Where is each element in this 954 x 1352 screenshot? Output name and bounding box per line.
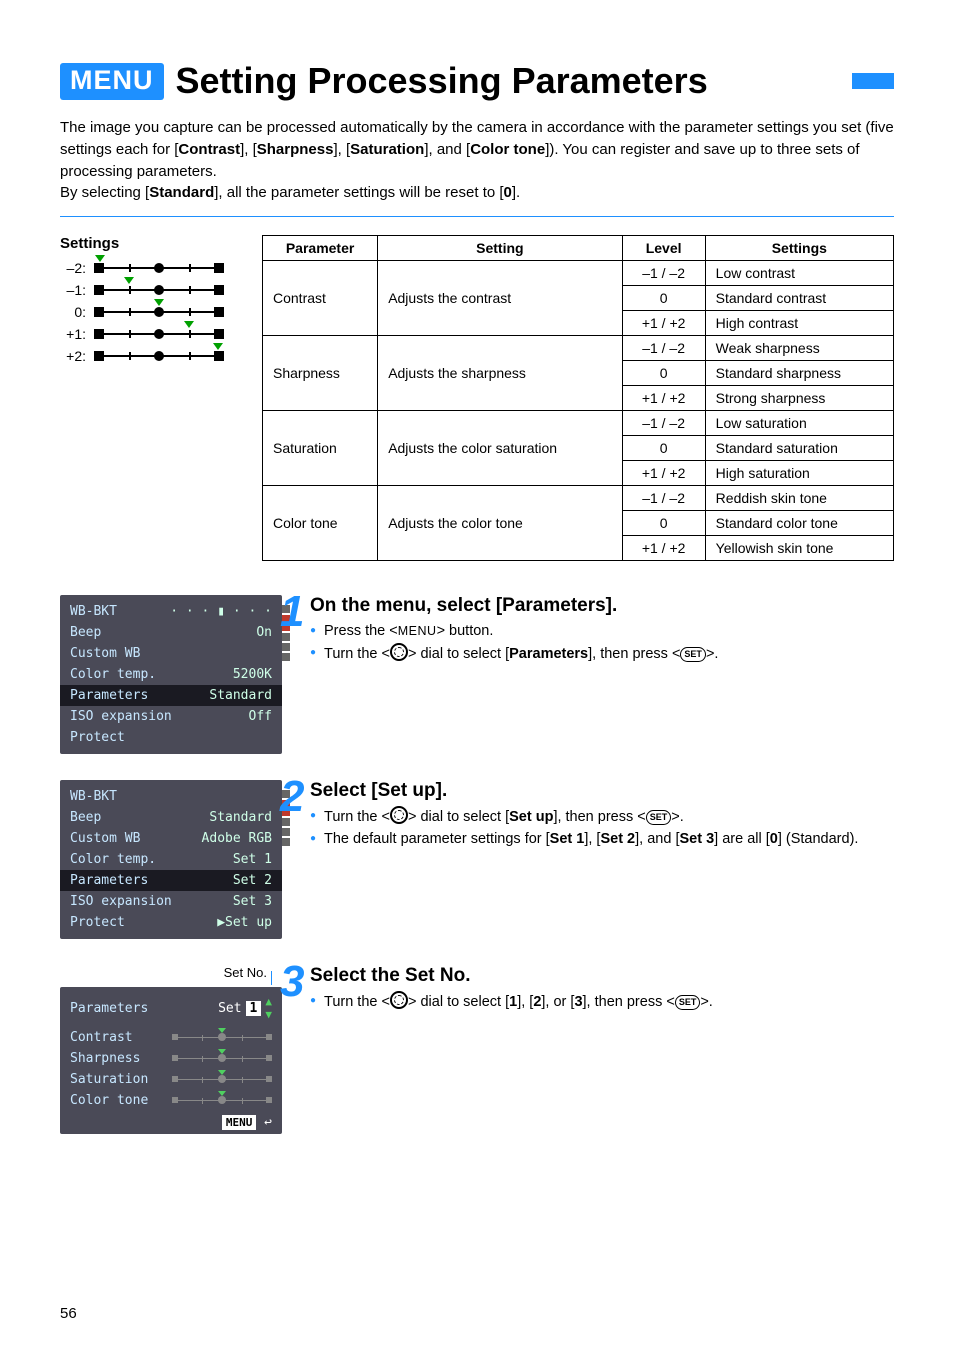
page-title-row: MENU Setting Processing Parameters [60, 60, 894, 102]
table-header: Settings [705, 236, 893, 261]
page-title: Setting Processing Parameters [176, 60, 829, 102]
step-3-title: Select the Set No. [310, 965, 894, 987]
table-header: Parameter [263, 236, 378, 261]
slider-indicator [94, 261, 224, 275]
step-1-bullet-2: Turn the <> dial to select [Parameters],… [310, 643, 894, 664]
step-number-3: 3 [280, 957, 304, 1007]
table-row: SharpnessAdjusts the sharpness–1 / –2Wea… [263, 336, 894, 361]
settings-slider-row: +1: [60, 326, 240, 342]
lcd-parameter-row: Contrast [60, 1027, 282, 1048]
lcd-row: Protect▶Set up [60, 912, 282, 933]
step-2-title: Select [Set up]. [310, 780, 894, 802]
set-icon: SET [680, 647, 706, 662]
set-icon: SET [646, 810, 672, 825]
intro-paragraph: The image you capture can be processed a… [60, 117, 894, 204]
table-header: Setting [378, 236, 622, 261]
table-row: ContrastAdjusts the contrast–1 / –2Low c… [263, 261, 894, 286]
camera-lcd-menu-1: WB-BKT· · · ▮ · · ·BeepOnCustom WBColor … [60, 595, 282, 754]
lcd-row: ISO expansionOff [60, 706, 282, 727]
settings-slider-row: –2: [60, 260, 240, 276]
section-divider [60, 216, 894, 217]
settings-slider-row: 0: [60, 304, 240, 320]
lcd-row: BeepOn [60, 622, 282, 643]
menu-badge-icon: MENU [60, 63, 164, 100]
up-down-arrows-icon: ▲▼ [265, 995, 272, 1021]
dial-icon [390, 806, 408, 824]
parameters-table: ParameterSettingLevelSettings ContrastAd… [262, 235, 894, 561]
lcd-row: ISO expansionSet 3 [60, 891, 282, 912]
lcd-parameter-row: Sharpness [60, 1048, 282, 1069]
settings-slider-row: +2: [60, 348, 240, 364]
lcd-row: Color temp.5200K [60, 664, 282, 685]
slider-indicator [94, 305, 224, 319]
slider-indicator [94, 327, 224, 341]
step-2-bullet-2: The default parameter settings for [Set … [310, 829, 894, 849]
set-no-label: Set No. [60, 965, 272, 985]
lcd-row: Custom WB [60, 643, 282, 664]
lcd-row: WB-BKT· · · ▮ · · · [60, 601, 282, 622]
slider-indicator [94, 349, 224, 363]
table-row: Color toneAdjusts the color tone–1 / –2R… [263, 486, 894, 511]
lcd-row: Protect [60, 727, 282, 748]
dial-icon [390, 643, 408, 661]
step-3-bullet-1: Turn the <> dial to select [1], [2], or … [310, 991, 894, 1012]
table-row: SaturationAdjusts the color saturation–1… [263, 411, 894, 436]
lcd-parameter-row: Saturation [60, 1069, 282, 1090]
lcd-row: BeepStandard [60, 807, 282, 828]
step-number-1: 1 [280, 587, 304, 637]
lcd-row: WB-BKT [60, 786, 282, 807]
step-number-2: 2 [280, 772, 304, 822]
table-header: Level [622, 236, 705, 261]
dial-icon [390, 991, 408, 1009]
title-accent-bar [852, 73, 894, 89]
page-number: 56 [60, 1305, 77, 1322]
set-icon: SET [675, 995, 701, 1010]
lcd-row: ParametersSet 2 [60, 870, 282, 891]
lcd-row: ParametersStandard [60, 685, 282, 706]
slider-indicator [94, 283, 224, 297]
step-2-bullet-1: Turn the <> dial to select [Set up], the… [310, 806, 894, 827]
camera-lcd-menu-2: WB-BKTBeepStandardCustom WBAdobe RGBColo… [60, 780, 282, 939]
step-1-bullet-1: Press the <MENU> button. [310, 621, 894, 641]
lcd-row: Color temp.Set 1 [60, 849, 282, 870]
lcd-parameter-row: Color tone [60, 1090, 282, 1111]
lcd-row: Custom WBAdobe RGB [60, 828, 282, 849]
camera-lcd-parameters: Parameters Set 1 ▲▼ ContrastSharpnessSat… [60, 987, 282, 1134]
settings-heading: Settings [60, 235, 240, 252]
settings-slider-row: –1: [60, 282, 240, 298]
step-1-title: On the menu, select [Parameters]. [310, 595, 894, 617]
